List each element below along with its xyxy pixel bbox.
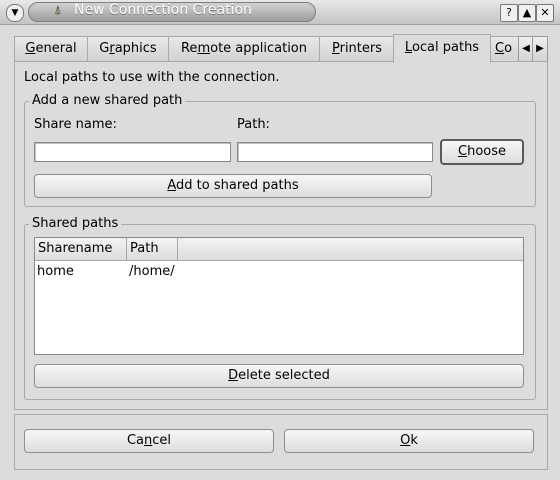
shared-group-title: Shared paths (29, 216, 122, 231)
table-row[interactable]: home /home/ (35, 262, 523, 282)
delete-selected-button[interactable]: Delete selected (34, 364, 524, 388)
list-header: Sharename Path (35, 238, 523, 261)
tab-bar: General Graphics Remote application Prin… (14, 34, 548, 63)
tab-general[interactable]: General (14, 36, 88, 61)
choose-button[interactable]: Choose (440, 139, 524, 165)
share-name-label: Share name: (34, 117, 117, 132)
tab-co-accel: C (495, 41, 505, 56)
window-title: New Connection Creation (74, 2, 252, 18)
choose-label: hoose (467, 144, 506, 159)
help-icon[interactable]: ? (500, 4, 518, 22)
tab-general-accel: G (25, 41, 36, 56)
add-label: dd to shared paths (176, 178, 299, 193)
ok-accel: O (400, 433, 411, 448)
tab-local-paths[interactable]: Local paths (393, 34, 491, 63)
choose-accel: C (458, 144, 468, 159)
tab-graphics-rest: aphics (114, 41, 157, 56)
tab-remote-pre: Re (180, 41, 198, 56)
title-bar[interactable]: ▼ ⍋ New Connection Creation ? ▲ ✕ (0, 0, 560, 25)
add-accel: A (167, 178, 177, 193)
row-path: /home/ (129, 264, 175, 279)
delete-label: elete selected (238, 368, 330, 383)
cancel-pre: Ca (126, 433, 145, 448)
maximize-icon[interactable]: ▲ (518, 4, 536, 22)
tab-general-label: eneral (35, 41, 77, 56)
tab-graphics-first: G (99, 41, 110, 56)
shared-paths-list[interactable]: Sharename Path home /home/ (34, 237, 524, 355)
close-icon[interactable]: ✕ (536, 4, 554, 22)
column-header-sharename[interactable]: Sharename (35, 238, 127, 260)
intro-text: Local paths to use with the connection. (24, 70, 280, 85)
window-menu-icon[interactable]: ▼ (6, 4, 24, 22)
add-group-title: Add a new shared path (29, 93, 186, 108)
tab-scroll-right-icon[interactable]: ▶ (532, 36, 548, 62)
ok-rest: k (410, 433, 418, 448)
path-label: Path: (237, 117, 270, 132)
ok-button[interactable]: Ok (284, 429, 534, 453)
app-icon: ⍋ (54, 3, 62, 18)
tab-printers-rest: rinters (339, 41, 383, 56)
cancel-button[interactable]: Cancel (24, 429, 274, 453)
dialog-window: ▼ ⍋ New Connection Creation ? ▲ ✕ Genera… (0, 0, 560, 480)
cancel-rest: cel (152, 433, 172, 448)
tab-remote-application[interactable]: Remote application (168, 36, 320, 61)
tab-local-paths-rest: ocal paths (411, 40, 480, 55)
tab-connectivity-partial[interactable]: Co (490, 36, 520, 60)
column-header-path[interactable]: Path (127, 238, 178, 260)
row-sharename: home (37, 264, 74, 279)
tab-printers[interactable]: Printers (319, 36, 395, 61)
tab-local-paths-accel: L (404, 40, 412, 55)
path-input[interactable] (237, 142, 433, 162)
add-to-shared-paths-button[interactable]: Add to shared paths (34, 174, 432, 198)
delete-accel: D (228, 368, 239, 383)
tab-graphics[interactable]: Graphics (87, 36, 169, 61)
tab-co-rest: o (504, 41, 513, 56)
tab-printers-accel: P (331, 41, 340, 56)
tab-remote-accel: m (197, 41, 211, 56)
share-name-input[interactable] (34, 142, 231, 162)
tab-remote-rest: ote application (210, 41, 307, 56)
